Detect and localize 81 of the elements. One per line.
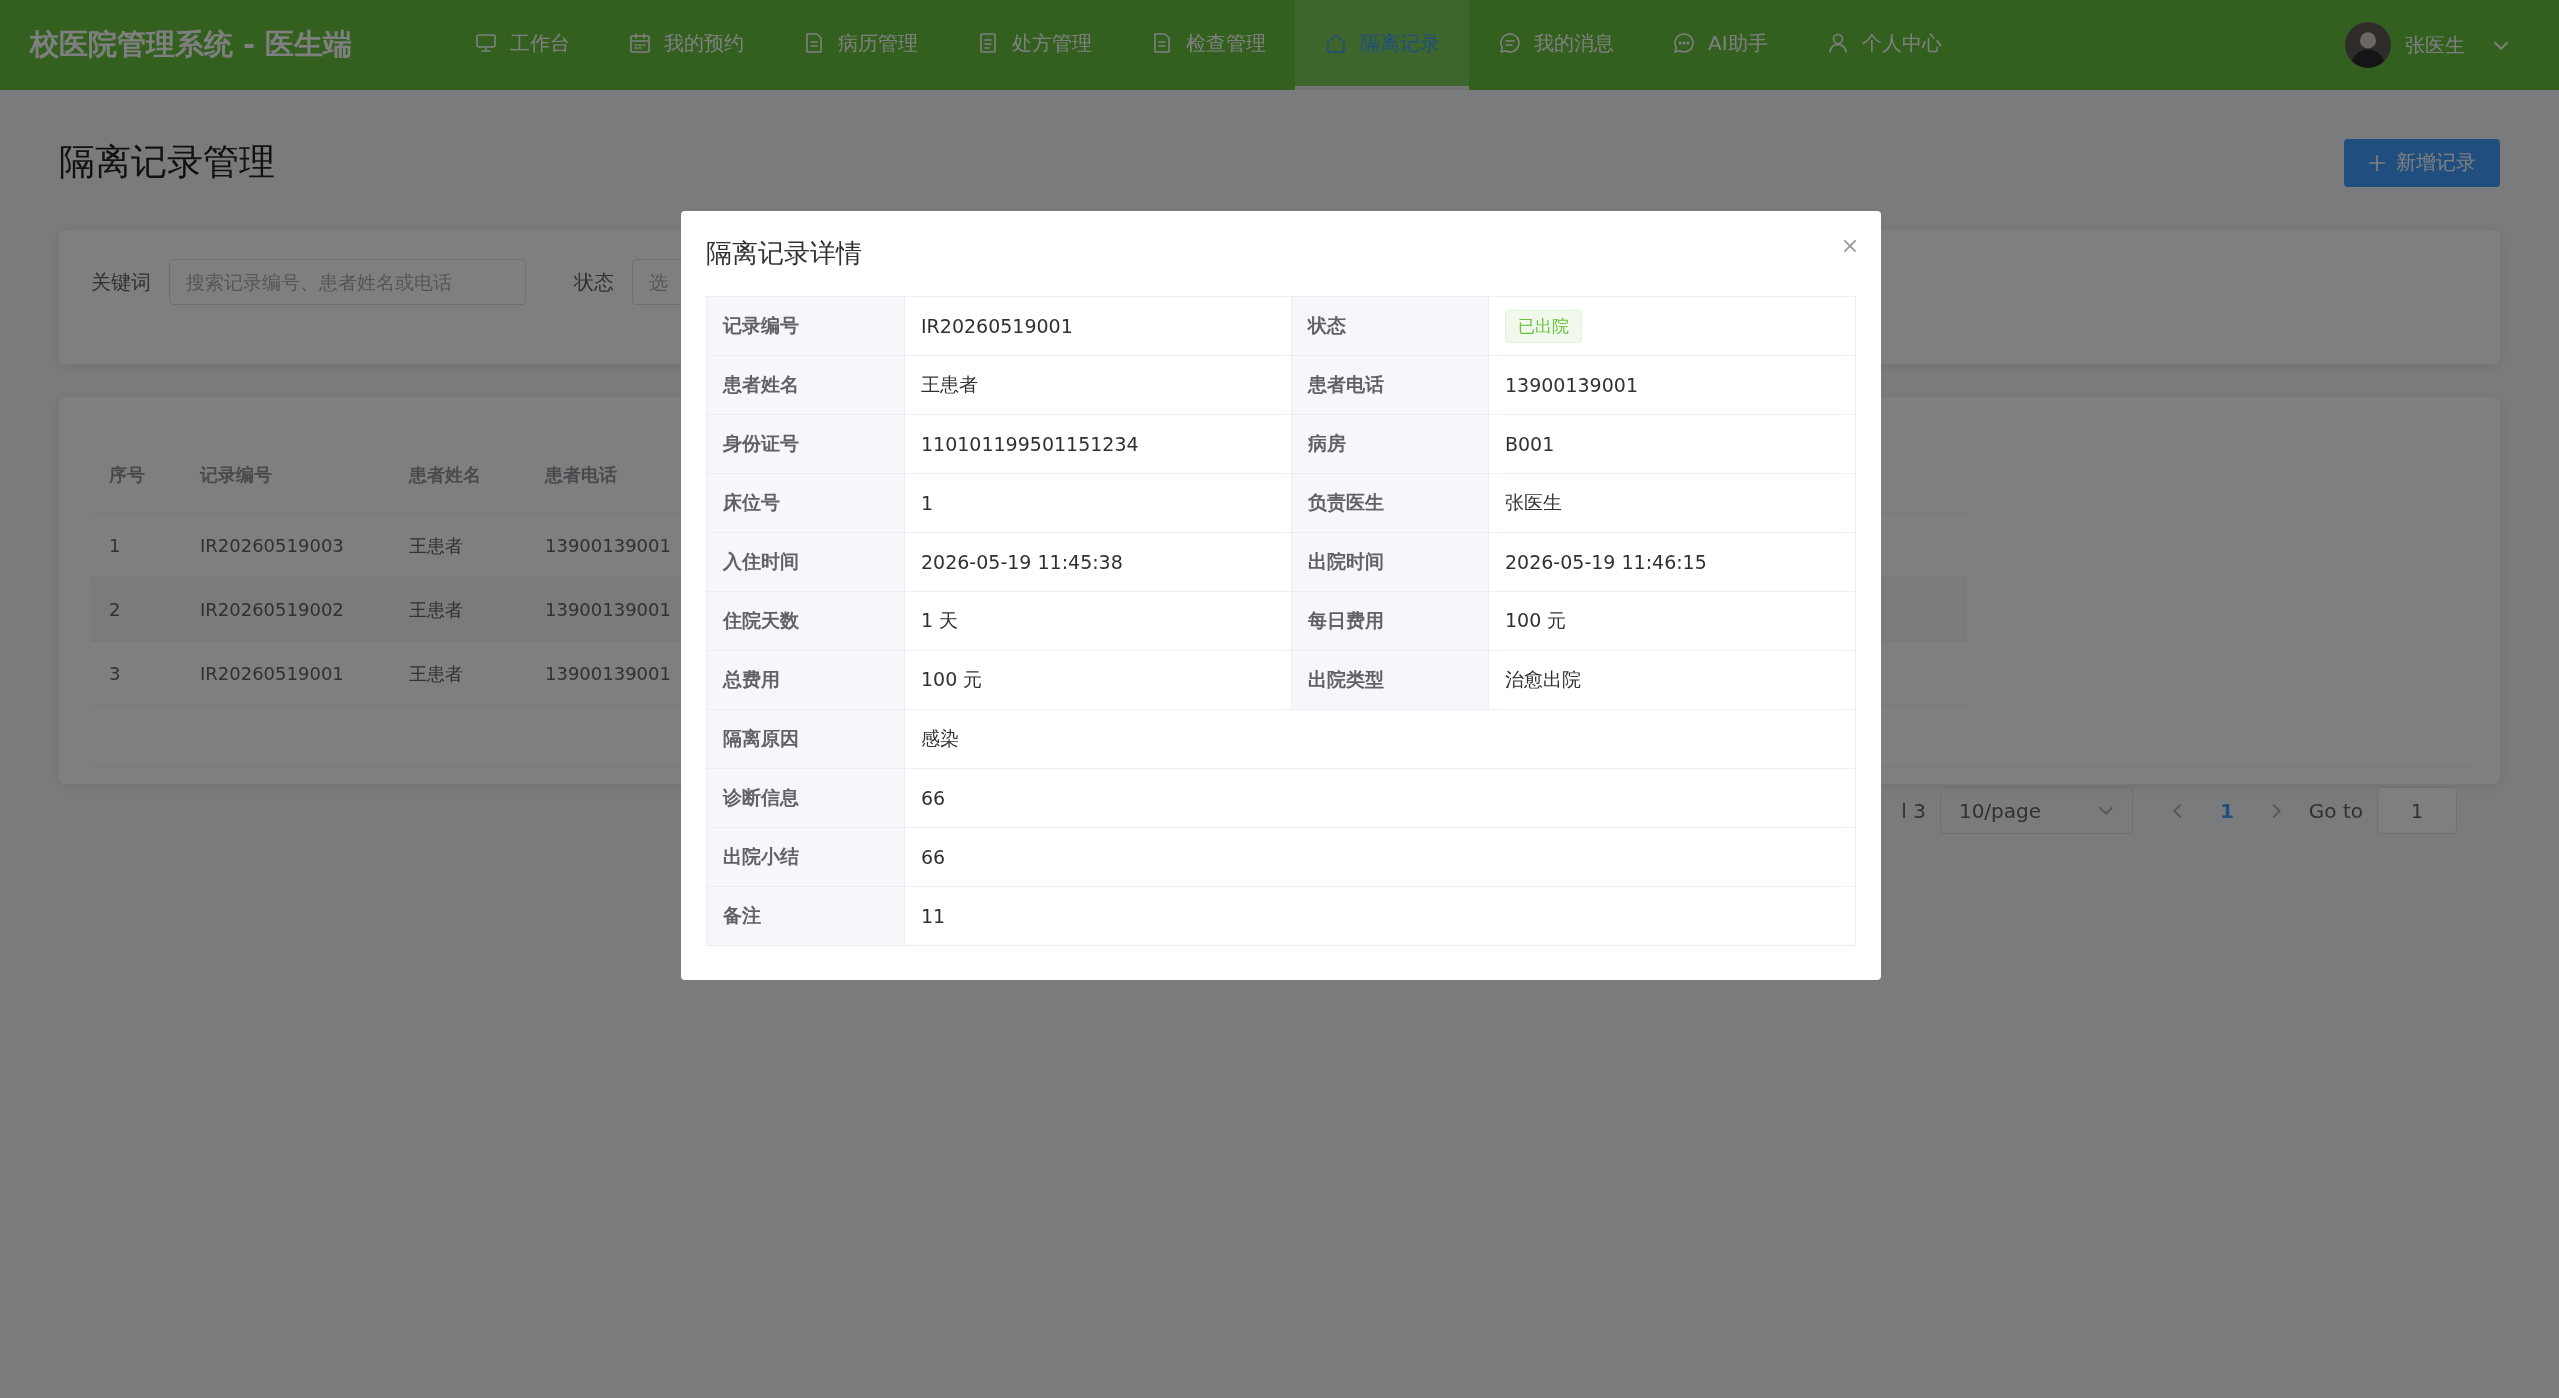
field-value: 11 xyxy=(921,905,946,927)
field-value: 66 xyxy=(921,846,946,868)
table-cell: 王患者 xyxy=(409,661,463,686)
table-cell: 3 xyxy=(109,663,121,684)
field-label: 病房 xyxy=(1292,415,1489,474)
table-cell: IR20260519002 xyxy=(200,599,344,620)
dialog-title: 隔离记录详情 xyxy=(706,237,862,270)
house-icon xyxy=(1324,31,1348,55)
page-number[interactable]: 1 xyxy=(2219,798,2234,823)
plus-icon xyxy=(2368,153,2386,172)
field-value: 感染 xyxy=(921,726,959,751)
field-label: 状态 xyxy=(1292,297,1489,356)
page-input[interactable]: 1 xyxy=(2377,787,2457,834)
table-cell: 13900139001 xyxy=(545,535,671,556)
total-count: l 3 xyxy=(1901,798,1926,823)
nav-tab[interactable]: 检查管理 xyxy=(1121,0,1295,90)
field-value: IR20260519001 xyxy=(921,315,1073,337)
nav-tab[interactable]: 个人中心 xyxy=(1796,0,1971,90)
caret-icon[interactable] xyxy=(2493,40,2509,50)
user-name[interactable]: 张医生 xyxy=(2405,31,2465,59)
nav-tab[interactable]: 我的预约 xyxy=(599,0,773,90)
field-label: 入住时间 xyxy=(707,533,905,592)
nav-tab[interactable]: 隔离记录 xyxy=(1295,0,1469,90)
field-value: B001 xyxy=(1505,433,1555,455)
field-value: 66 xyxy=(921,787,946,809)
field-label: 出院类型 xyxy=(1292,651,1489,710)
field-value: 2026-05-19 11:46:15 xyxy=(1505,551,1707,573)
nav-tab[interactable]: AI助手 xyxy=(1643,0,1797,90)
keyword-label: 关键词 xyxy=(91,269,151,296)
table-cell: IR20260519003 xyxy=(200,535,344,556)
field-value: 2026-05-19 11:45:38 xyxy=(921,551,1123,573)
table-cell: 2 xyxy=(109,599,121,620)
previous-page-icon[interactable] xyxy=(2172,802,2182,819)
table-cell: 13900139001 xyxy=(545,599,671,620)
calendar-icon xyxy=(628,31,652,55)
caret-icon xyxy=(2097,806,2114,815)
field-label: 记录编号 xyxy=(707,297,905,356)
field-value: 张医生 xyxy=(1505,490,1562,515)
avatar[interactable] xyxy=(2345,22,2391,68)
close-icon[interactable] xyxy=(1841,237,1859,255)
chat-icon xyxy=(1672,31,1696,55)
field-value: 1 天 xyxy=(921,608,959,633)
field-label: 诊断信息 xyxy=(707,769,905,828)
status-label: 状态 xyxy=(574,269,614,296)
nav-tab[interactable]: 工作台 xyxy=(445,0,599,90)
field-label: 出院小结 xyxy=(707,828,905,887)
table-cell: IR20260519001 xyxy=(200,663,344,684)
add-record-button[interactable]: 新增记录 xyxy=(2344,138,2500,187)
field-label: 患者电话 xyxy=(1292,356,1489,415)
goto-label: Go to xyxy=(2308,798,2363,823)
page-size-select[interactable]: 10/page xyxy=(1939,787,2133,834)
status-tag: 已出院 xyxy=(1505,309,1582,343)
field-label: 患者姓名 xyxy=(707,356,905,415)
table-cell: 1 xyxy=(109,535,121,556)
nav-tab[interactable]: 处方管理 xyxy=(947,0,1121,90)
table-cell: 王患者 xyxy=(409,533,463,558)
table-cell: 王患者 xyxy=(409,597,463,622)
field-value: 治愈出院 xyxy=(1505,667,1581,692)
page-title: 隔离记录管理 xyxy=(59,140,275,184)
next-page-icon[interactable] xyxy=(2271,802,2281,819)
field-value: 100 元 xyxy=(1505,608,1567,633)
nav-tab[interactable]: 病历管理 xyxy=(773,0,947,90)
field-value: 110101199501151234 xyxy=(921,433,1139,455)
chat-icon xyxy=(1498,31,1522,55)
nav-tab[interactable]: 我的消息 xyxy=(1469,0,1643,90)
field-label: 出院时间 xyxy=(1292,533,1489,592)
field-label: 备注 xyxy=(707,887,905,946)
field-value: 100 元 xyxy=(921,667,983,692)
field-label: 总费用 xyxy=(707,651,905,710)
field-label: 床位号 xyxy=(707,474,905,533)
field-label: 负责医生 xyxy=(1292,474,1489,533)
field-label: 住院天数 xyxy=(707,592,905,651)
field-label: 身份证号 xyxy=(707,415,905,474)
app-title: 校医院管理系统 - 医生端 xyxy=(30,26,354,63)
monitor-icon xyxy=(474,31,498,55)
table-cell: 13900139001 xyxy=(545,663,671,684)
field-value: 13900139001 xyxy=(1505,374,1638,396)
field-value: 1 xyxy=(921,492,934,514)
field-label: 隔离原因 xyxy=(707,710,905,769)
field-value: 王患者 xyxy=(921,372,978,397)
field-label: 每日费用 xyxy=(1292,592,1489,651)
